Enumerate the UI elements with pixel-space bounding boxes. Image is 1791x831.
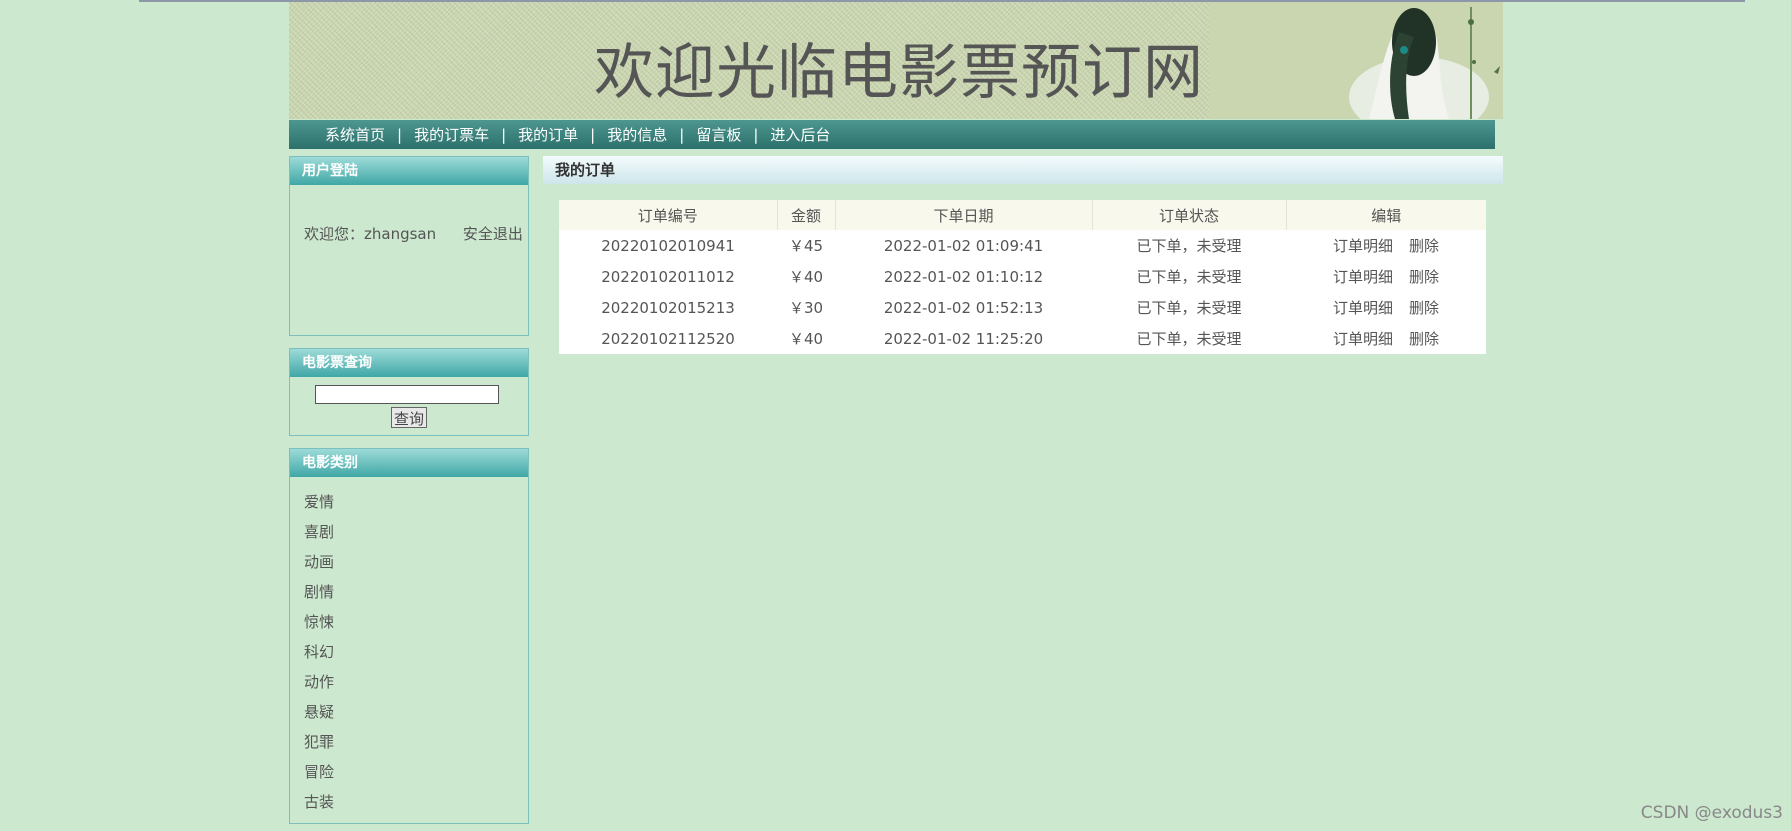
order-actions: 订单明细 删除 [1286,261,1486,292]
order-detail-link[interactable]: 订单明细 [1333,299,1393,317]
category-item[interactable]: 古装 [304,787,528,817]
column-header-edit: 编辑 [1286,200,1486,230]
site-title: 欢迎光临电影票预订网 [594,38,1204,108]
order-status: 已下单，未受理 [1136,330,1242,348]
category-item[interactable]: 惊悚 [304,607,528,637]
nav-admin[interactable]: 进入后台 [770,124,830,145]
nav-home[interactable]: 系统首页 [325,124,385,145]
column-header-order-id: 订单编号 [559,200,778,230]
search-button[interactable]: 查询 [391,407,427,428]
order-date: 2022-01-02 01:10:12 [883,267,1044,286]
category-item[interactable]: 悬疑 [304,697,528,727]
category-list: 爱情 喜剧 动画 剧情 惊悚 科幻 动作 悬疑 犯罪 冒险 古装 [290,477,528,817]
order-date: 2022-01-02 01:09:41 [883,236,1044,255]
order-detail-link[interactable]: 订单明细 [1333,330,1393,348]
nav-my-ticket-cart[interactable]: 我的订票车 [414,124,489,145]
order-id: 20220102011012 [601,267,735,286]
movie-search-panel: 电影票查询 查询 [289,348,529,436]
category-item[interactable]: 动作 [304,667,528,697]
category-panel: 电影类别 爱情 喜剧 动画 剧情 惊悚 科幻 动作 悬疑 犯罪 冒险 古装 [289,448,529,824]
nav-separator: | [397,125,403,144]
order-amount: ￥40 [788,330,824,348]
column-header-amount: 金额 [777,200,836,230]
order-amount: ￥40 [788,268,824,286]
category-item[interactable]: 犯罪 [304,727,528,757]
order-date: 2022-01-02 11:25:20 [883,329,1044,348]
order-amount: ￥30 [788,299,824,317]
order-status: 已下单，未受理 [1136,268,1242,286]
nav-separator: | [501,125,507,144]
nav-separator: | [590,125,596,144]
category-panel-title: 电影类别 [290,449,528,477]
order-id: 20220102010941 [601,236,735,255]
table-header-row: 订单编号 金额 下单日期 订单状态 编辑 [559,200,1486,230]
order-actions: 订单明细 删除 [1286,323,1486,354]
order-actions: 订单明细 删除 [1286,230,1486,261]
nav-my-orders[interactable]: 我的订单 [518,124,578,145]
category-item[interactable]: 动画 [304,547,528,577]
banner-decoration-image [1209,2,1503,119]
nav-separator: | [679,125,685,144]
banner: 欢迎光临电影票预订网 [289,2,1503,119]
order-status: 已下单，未受理 [1136,237,1242,255]
watermark: CSDN @exodus3 [1640,803,1783,823]
orders-table: 订单编号 金额 下单日期 订单状态 编辑 20220102010941 ￥45 … [559,200,1486,354]
order-delete-link[interactable]: 删除 [1409,330,1439,348]
category-item[interactable]: 冒险 [304,757,528,787]
order-delete-link[interactable]: 删除 [1409,299,1439,317]
page-title: 我的订单 [555,161,616,179]
column-header-order-date: 下单日期 [835,200,1093,230]
table-row: 20220102011012 ￥40 2022-01-02 01:10:12 已… [559,261,1486,292]
table-row: 20220102112520 ￥40 2022-01-02 11:25:20 已… [559,323,1486,354]
login-panel-title: 用户登陆 [290,157,528,185]
category-item[interactable]: 科幻 [304,637,528,667]
order-id: 20220102112520 [601,329,735,348]
order-amount: ￥45 [788,237,824,255]
order-detail-link[interactable]: 订单明细 [1333,268,1393,286]
main-nav: 系统首页 | 我的订票车 | 我的订单 | 我的信息 | 留言板 | 进入后台 [289,120,1495,149]
orders-header: 我的订单 [543,156,1503,184]
order-actions: 订单明细 删除 [1286,292,1486,323]
order-detail-link[interactable]: 订单明细 [1333,237,1393,255]
order-delete-link[interactable]: 删除 [1409,237,1439,255]
category-item[interactable]: 剧情 [304,577,528,607]
search-input[interactable] [315,385,499,404]
order-id: 20220102015213 [601,298,735,317]
order-date: 2022-01-02 01:52:13 [883,298,1044,317]
order-delete-link[interactable]: 删除 [1409,268,1439,286]
movie-search-title: 电影票查询 [290,349,528,377]
welcome-text: 欢迎您：zhangsan [304,225,437,243]
nav-message-board[interactable]: 留言板 [696,124,741,145]
category-item[interactable]: 喜剧 [304,517,528,547]
nav-my-info[interactable]: 我的信息 [607,124,667,145]
table-row: 20220102010941 ￥45 2022-01-02 01:09:41 已… [559,230,1486,261]
column-header-status: 订单状态 [1092,200,1287,230]
login-panel: 用户登陆 欢迎您：zhangsan 安全退出 [289,156,529,336]
nav-separator: | [753,125,759,144]
logout-link[interactable]: 安全退出 [463,225,523,243]
table-row: 20220102015213 ￥30 2022-01-02 01:52:13 已… [559,292,1486,323]
category-item[interactable]: 爱情 [304,487,528,517]
order-status: 已下单，未受理 [1136,299,1242,317]
